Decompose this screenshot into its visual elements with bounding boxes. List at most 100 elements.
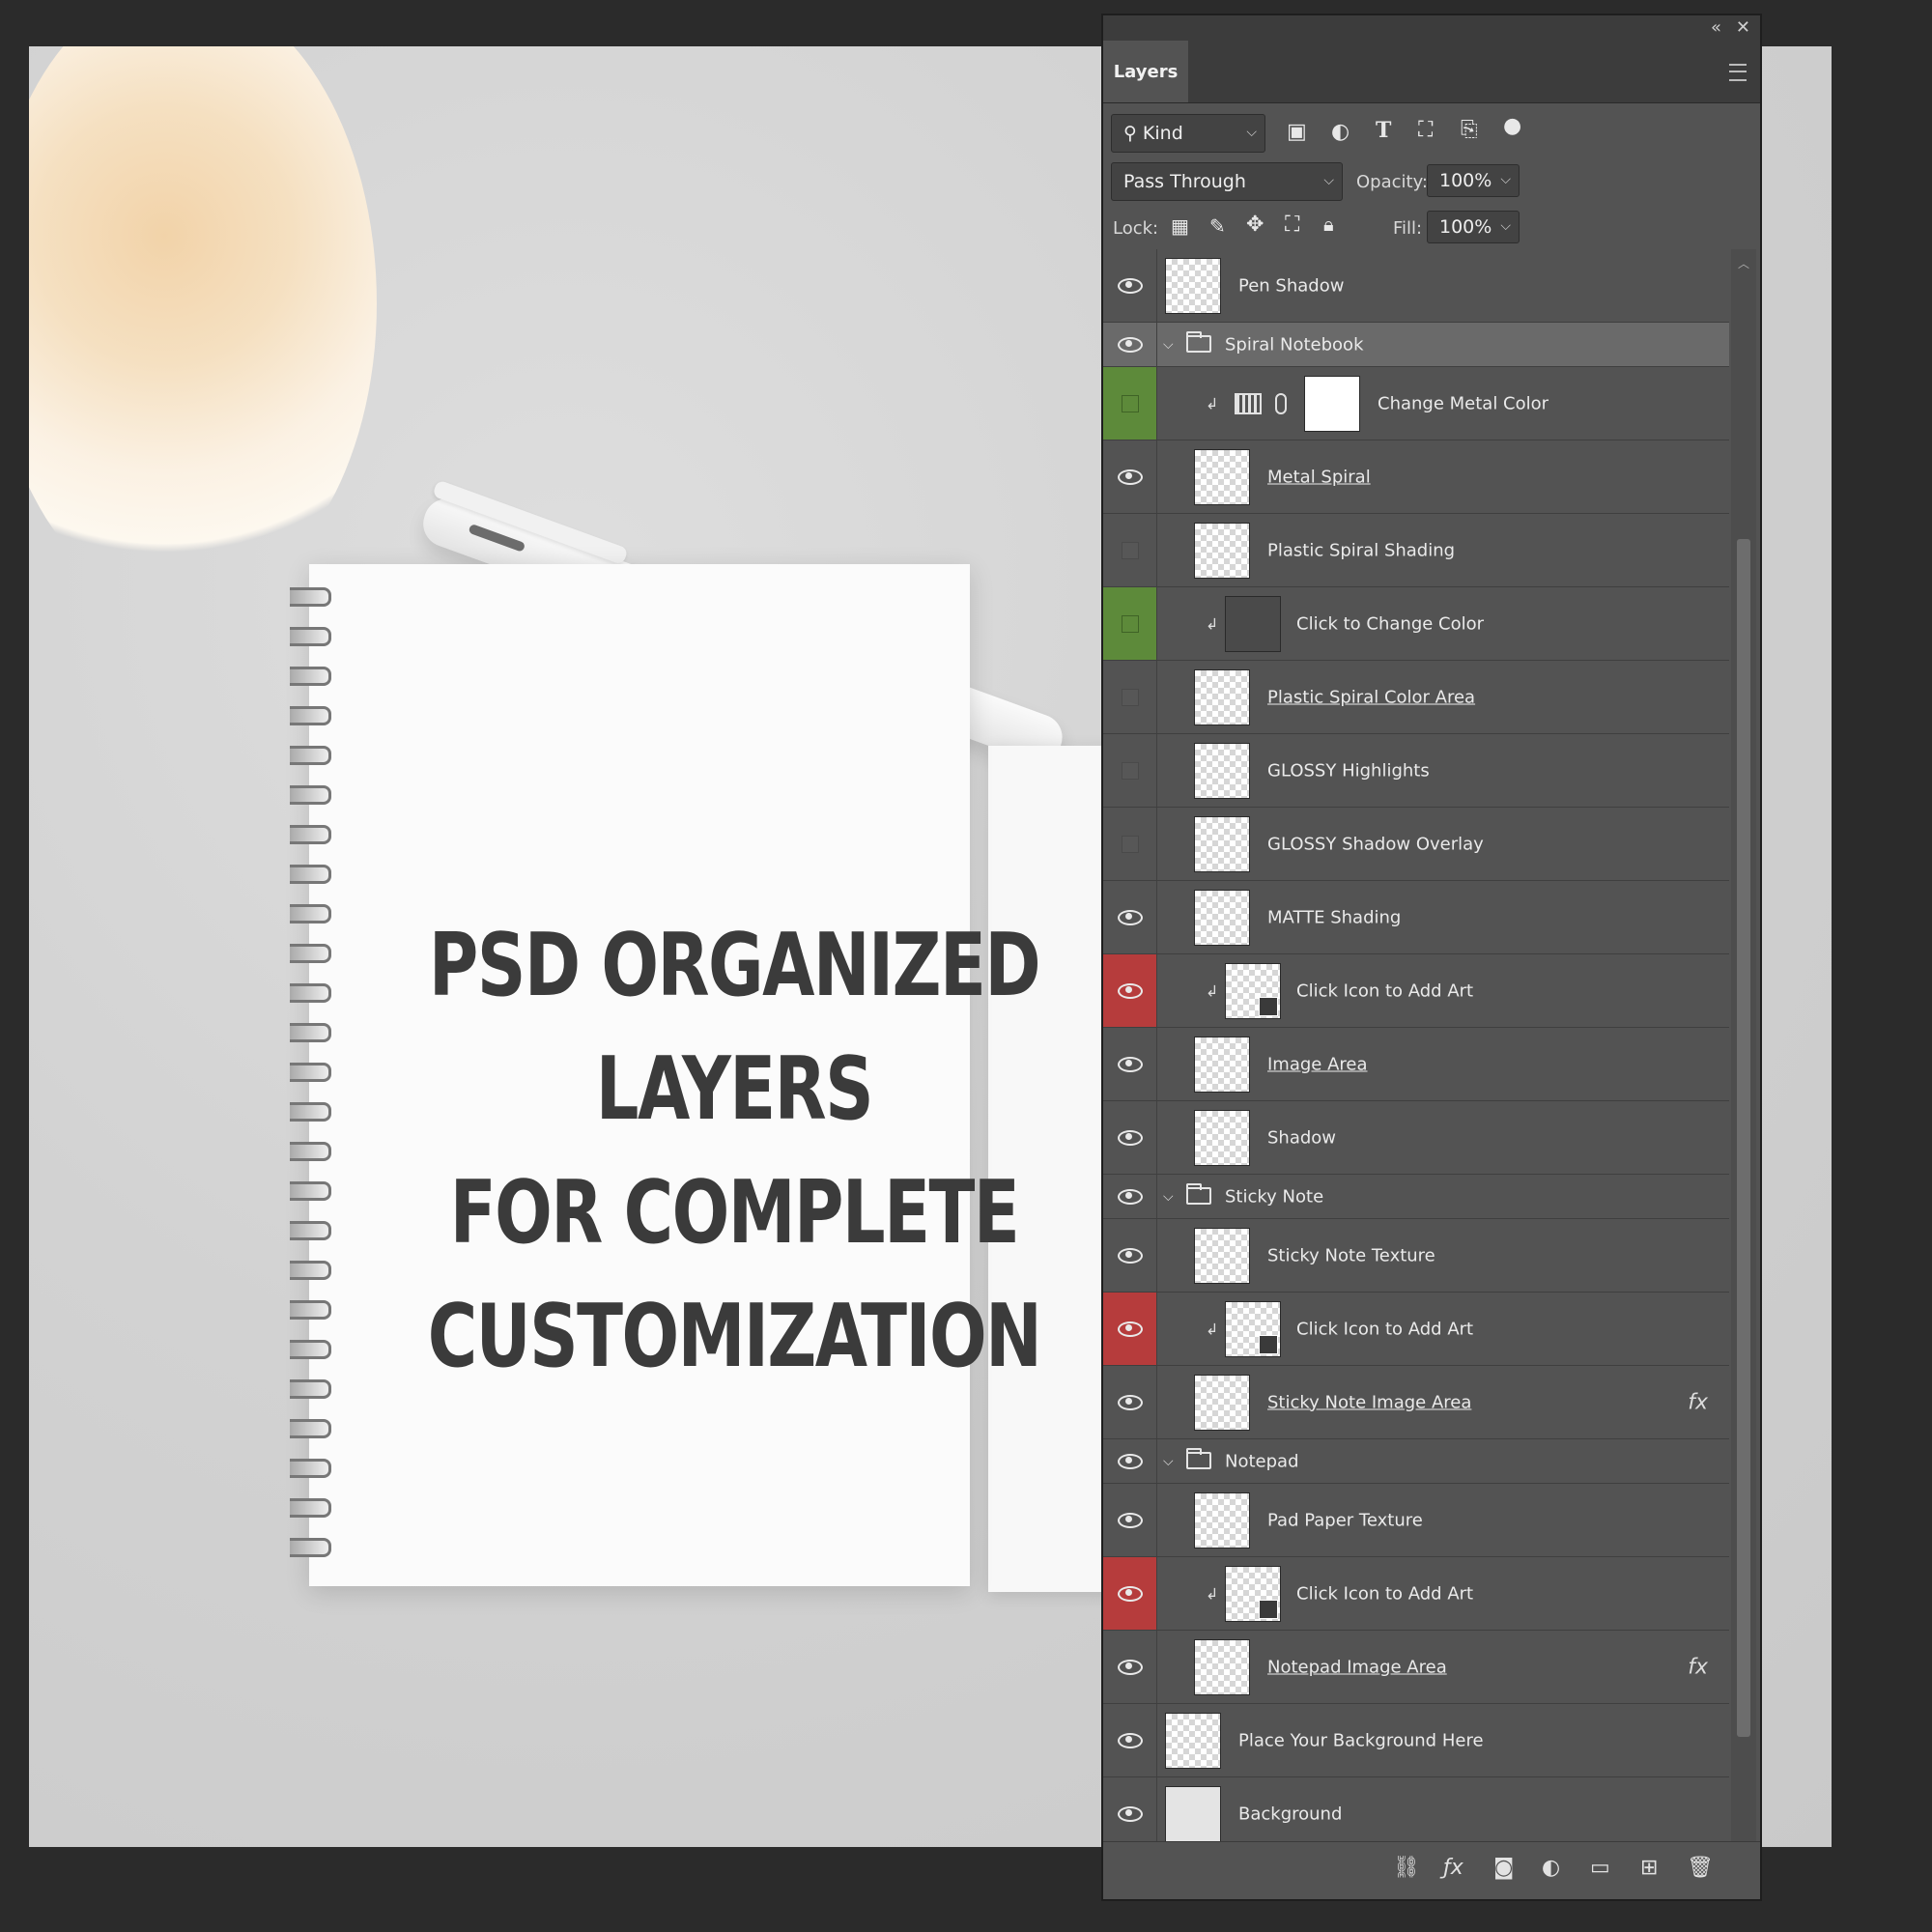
- layer-name[interactable]: Sticky Note Texture: [1267, 1245, 1435, 1265]
- layer-thumbnail[interactable]: [1194, 1228, 1250, 1284]
- layer-row[interactable]: Background: [1103, 1777, 1729, 1851]
- layer-name[interactable]: GLOSSY Highlights: [1267, 760, 1430, 781]
- trash-icon[interactable]: 🗑︎: [1687, 1856, 1714, 1880]
- layer-group-row[interactable]: ⌵ Sticky Note: [1103, 1175, 1729, 1219]
- layer-name[interactable]: Click to Change Color: [1296, 613, 1484, 634]
- layer-row[interactable]: GLOSSY Shadow Overlay: [1103, 808, 1729, 881]
- visibility-toggle[interactable]: [1103, 1704, 1157, 1776]
- layer-thumbnail[interactable]: [1165, 258, 1221, 314]
- lock-move-icon[interactable]: ✥: [1246, 213, 1264, 237]
- scroll-up-icon[interactable]: ︿: [1731, 255, 1756, 271]
- visibility-toggle[interactable]: [1103, 954, 1157, 1027]
- visibility-toggle[interactable]: [1103, 514, 1157, 586]
- layer-thumbnail[interactable]: [1225, 963, 1281, 1019]
- layer-group-row[interactable]: ⌵ Spiral Notebook: [1103, 323, 1729, 367]
- layer-name[interactable]: Image Area: [1267, 1054, 1368, 1074]
- scrollbar-thumb[interactable]: [1737, 539, 1750, 1737]
- layer-thumbnail[interactable]: [1225, 596, 1281, 652]
- chevron-down-icon[interactable]: ⌵: [1500, 172, 1511, 187]
- layer-row[interactable]: Plastic Spiral Color Area: [1103, 661, 1729, 734]
- layer-row[interactable]: GLOSSY Highlights: [1103, 734, 1729, 808]
- layer-name[interactable]: Change Metal Color: [1378, 393, 1548, 413]
- layer-name[interactable]: Pen Shadow: [1238, 275, 1344, 296]
- fx-icon[interactable]: ƒx: [1443, 1856, 1463, 1880]
- lock-brush-icon[interactable]: ✎: [1209, 214, 1226, 238]
- visibility-toggle[interactable]: [1103, 440, 1157, 513]
- lock-all-icon[interactable]: 🔒︎: [1323, 213, 1334, 236]
- layer-name[interactable]: Click Icon to Add Art: [1296, 1319, 1473, 1339]
- layer-name[interactable]: GLOSSY Shadow Overlay: [1267, 834, 1484, 854]
- lock-transparency-icon[interactable]: ▦: [1171, 214, 1189, 238]
- visibility-toggle[interactable]: [1103, 1028, 1157, 1100]
- smart-object-icon[interactable]: [1259, 997, 1278, 1016]
- layer-thumbnail[interactable]: [1165, 1786, 1221, 1842]
- layer-thumbnail[interactable]: [1225, 1566, 1281, 1622]
- visibility-toggle[interactable]: [1103, 249, 1157, 322]
- layer-thumbnail[interactable]: [1225, 1301, 1281, 1357]
- smart-object-icon[interactable]: [1259, 1600, 1278, 1619]
- layer-thumbnail[interactable]: [1194, 743, 1250, 799]
- visibility-toggle[interactable]: [1103, 323, 1157, 366]
- double-chevron-left-icon[interactable]: «: [1711, 17, 1721, 38]
- layer-row[interactable]: ↲ Click Icon to Add Art: [1103, 1557, 1729, 1631]
- visibility-toggle[interactable]: [1103, 1101, 1157, 1174]
- layer-thumbnail[interactable]: [1194, 523, 1250, 579]
- filter-type-icon[interactable]: T: [1376, 118, 1391, 143]
- layer-thumbnail[interactable]: [1165, 1713, 1221, 1769]
- visibility-toggle[interactable]: [1103, 881, 1157, 953]
- layer-row[interactable]: Image Area: [1103, 1028, 1729, 1101]
- layer-mask-thumbnail[interactable]: [1304, 376, 1360, 432]
- layer-name[interactable]: Notepad Image Area: [1267, 1657, 1447, 1677]
- layer-name[interactable]: Sticky Note: [1225, 1186, 1323, 1207]
- add-mask-icon[interactable]: ◙: [1493, 1856, 1514, 1880]
- expand-chevron-icon[interactable]: ⌵: [1163, 1454, 1174, 1469]
- filter-shape-icon[interactable]: ⛶: [1418, 118, 1433, 142]
- visibility-toggle[interactable]: [1103, 1557, 1157, 1630]
- layer-name[interactable]: Notepad: [1225, 1451, 1299, 1471]
- panel-menu-icon[interactable]: [1729, 64, 1747, 81]
- visibility-toggle[interactable]: [1103, 1219, 1157, 1292]
- layer-name[interactable]: Shadow: [1267, 1127, 1336, 1148]
- smart-object-icon[interactable]: [1259, 1335, 1278, 1354]
- visibility-toggle[interactable]: [1103, 661, 1157, 733]
- visibility-toggle[interactable]: [1103, 1631, 1157, 1703]
- layer-thumbnail[interactable]: [1194, 449, 1250, 505]
- layer-thumbnail[interactable]: [1194, 1110, 1250, 1166]
- expand-chevron-icon[interactable]: ⌵: [1163, 1189, 1174, 1205]
- layer-name[interactable]: Click Icon to Add Art: [1296, 1583, 1473, 1604]
- link-layers-icon[interactable]: ⛓: [1393, 1856, 1420, 1880]
- layer-row[interactable]: Sticky Note Image Area fx: [1103, 1366, 1729, 1439]
- layer-row[interactable]: MATTE Shading: [1103, 881, 1729, 954]
- layer-row[interactable]: ↲ Click Icon to Add Art: [1103, 954, 1729, 1028]
- visibility-toggle[interactable]: [1103, 367, 1157, 440]
- filter-adjustment-icon[interactable]: ◐: [1331, 120, 1350, 144]
- layer-thumbnail[interactable]: [1194, 816, 1250, 872]
- layer-name[interactable]: Background: [1238, 1804, 1342, 1824]
- layer-row[interactable]: Notepad Image Area fx: [1103, 1631, 1729, 1704]
- blend-mode-select[interactable]: Pass Through ⌵: [1111, 162, 1343, 201]
- layer-effects-icon[interactable]: fx: [1688, 1655, 1708, 1679]
- new-group-icon[interactable]: ▭: [1590, 1856, 1610, 1880]
- layer-row[interactable]: ↲ Click to Change Color: [1103, 587, 1729, 661]
- layer-row[interactable]: Shadow: [1103, 1101, 1729, 1175]
- layer-thumbnail[interactable]: [1194, 890, 1250, 946]
- layer-row[interactable]: ↲ Change Metal Color: [1103, 367, 1729, 440]
- visibility-toggle[interactable]: [1103, 1439, 1157, 1483]
- layer-name[interactable]: Plastic Spiral Shading: [1267, 540, 1455, 560]
- layer-name[interactable]: Plastic Spiral Color Area: [1267, 687, 1475, 707]
- layer-name[interactable]: Click Icon to Add Art: [1296, 980, 1473, 1001]
- opacity-input[interactable]: 100% ⌵: [1427, 164, 1520, 197]
- tab-layers[interactable]: Layers: [1103, 41, 1188, 102]
- visibility-toggle[interactable]: [1103, 1484, 1157, 1556]
- layer-thumbnail[interactable]: [1194, 1639, 1250, 1695]
- layer-name[interactable]: Spiral Notebook: [1225, 334, 1364, 355]
- visibility-toggle[interactable]: [1103, 1777, 1157, 1850]
- chevron-down-icon[interactable]: ⌵: [1500, 218, 1511, 234]
- layer-name[interactable]: Metal Spiral: [1267, 467, 1371, 487]
- visibility-toggle[interactable]: [1103, 1366, 1157, 1438]
- visibility-toggle[interactable]: [1103, 1175, 1157, 1218]
- layer-effects-icon[interactable]: fx: [1688, 1390, 1708, 1414]
- fill-input[interactable]: 100% ⌵: [1427, 211, 1520, 243]
- filter-toggle-icon[interactable]: ●: [1503, 114, 1521, 138]
- visibility-toggle[interactable]: [1103, 1293, 1157, 1365]
